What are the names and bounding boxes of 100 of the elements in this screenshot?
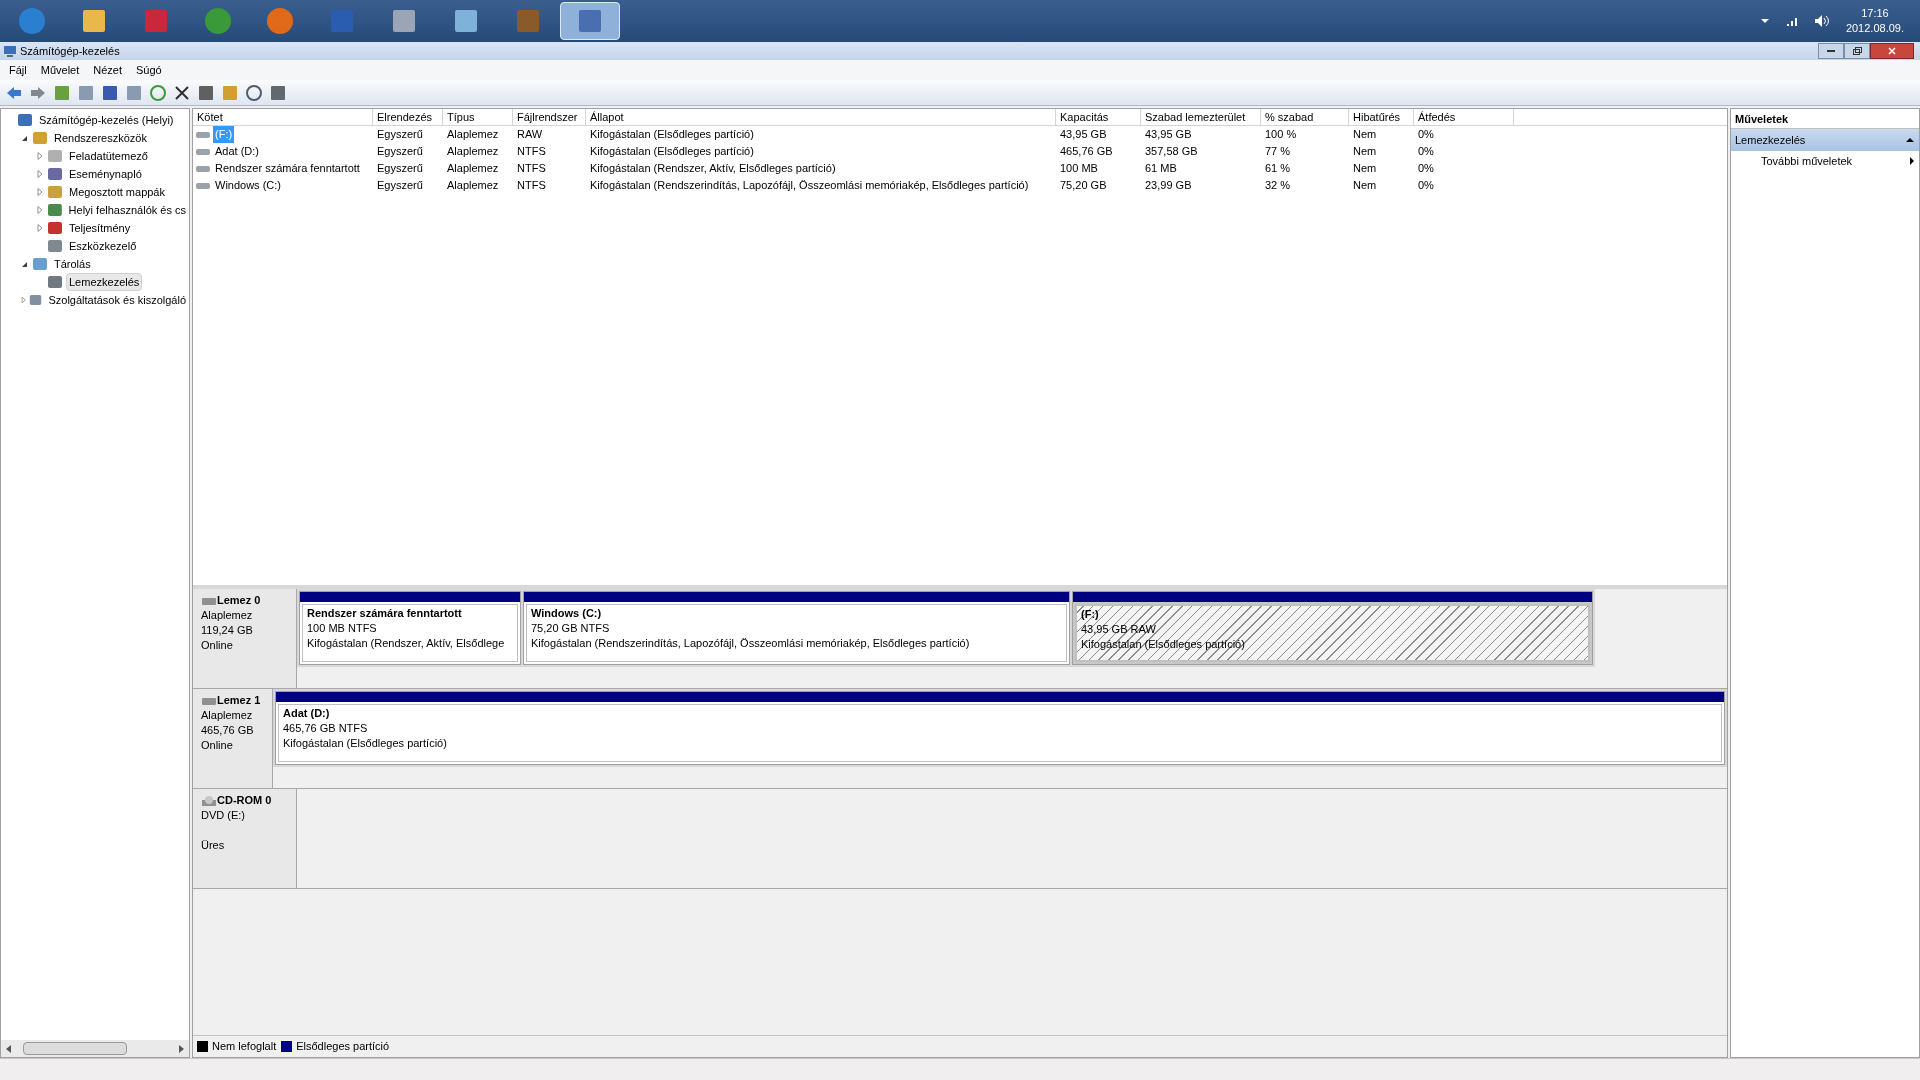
table-cell-text: 0%: [1417, 178, 1435, 194]
tree-item[interactable]: Eseménynapló: [66, 164, 145, 184]
optical-drive-icon: [201, 794, 217, 807]
disk-size: 119,24 GB: [201, 623, 254, 638]
disk-name: Lemez 0: [217, 593, 261, 608]
tree-node-icon: [47, 220, 63, 236]
clock-time[interactable]: 17:16: [1861, 6, 1889, 21]
menu-item[interactable]: Fájl: [2, 61, 34, 79]
table-cell-text: 43,95 GB: [1059, 127, 1108, 143]
table-cell-text: 0%: [1417, 161, 1435, 177]
table-cell-text: 61 %: [1264, 161, 1292, 177]
tree-item[interactable]: Eszközkezelő: [66, 236, 140, 256]
column-header[interactable]: Elrendezés: [373, 109, 443, 125]
table-cell-text: 43,95 GB: [1144, 127, 1193, 143]
column-header[interactable]: Szabad lemezterület: [1141, 109, 1261, 125]
menu-item[interactable]: Súgó: [129, 61, 169, 79]
tree-node-icon: [17, 112, 33, 128]
minimize-button[interactable]: [1818, 43, 1844, 59]
table-cell-text: 32 %: [1264, 178, 1292, 194]
close-button[interactable]: [1870, 43, 1914, 59]
column-header[interactable]: Állapot: [586, 109, 1056, 125]
partition-block[interactable]: Rendszer számára fenntartott 100 MB NTFS Kifogástalan (Rendszer, Aktív, Elsődlege: [299, 591, 521, 665]
delete-icon[interactable]: [173, 83, 191, 102]
collapse-arrow-icon[interactable]: [1905, 136, 1915, 144]
column-header[interactable]: Fájlrendszer: [513, 109, 586, 125]
minimize-icon: [1827, 49, 1835, 53]
disk-name: CD-ROM 0: [217, 793, 272, 808]
tree-item[interactable]: Számítógép-kezelés (Helyi): [36, 110, 177, 130]
disk-type: Alaplemez: [201, 608, 254, 623]
actions-section-header[interactable]: Lemezkezelés: [1731, 129, 1919, 151]
table-cell-text: Kifogástalan (Rendszerindítás, Lapozófájl, Összeomlási memóriakép, Elsődleges partíció): [589, 178, 1030, 194]
scroll-thumb[interactable]: [23, 1042, 127, 1055]
tree-item[interactable]: Lemezkezelés: [66, 272, 143, 292]
table-cell-text: Alaplemez: [446, 127, 500, 143]
tree-item[interactable]: Feladatütemező: [66, 146, 151, 166]
table-cell-text: NTFS: [516, 178, 547, 194]
table-cell-text: 357,58 GB: [1144, 144, 1199, 160]
tree-item[interactable]: Tárolás: [51, 254, 94, 274]
column-header[interactable]: Kapacitás: [1056, 109, 1141, 125]
signal-icon[interactable]: [1785, 15, 1800, 27]
column-header[interactable]: Kötet: [193, 109, 373, 125]
tree-item[interactable]: Helyi felhasználók és cs: [65, 200, 189, 220]
tree-item[interactable]: Szolgáltatások és kiszolgáló: [45, 290, 189, 310]
tree-item[interactable]: Rendszereszközök: [51, 128, 150, 148]
disk-type: Alaplemez: [201, 708, 254, 723]
table-cell-text: Alaplemez: [446, 178, 500, 194]
tree-node-icon: [29, 292, 43, 308]
tree-node-icon: [47, 184, 63, 200]
table-cell[interactable]: Adat (D:): [213, 143, 261, 160]
table-cell-text: Kifogástalan (Elsődleges partíció): [589, 127, 755, 143]
table-cell-text: Alaplemez: [446, 144, 500, 160]
drive-icon: [195, 146, 211, 157]
table-cell-text: 75,20 GB: [1059, 178, 1108, 194]
tree-node-icon: [32, 256, 48, 272]
table-cell-text: NTFS: [516, 161, 547, 177]
table-cell-text: Nem: [1352, 161, 1378, 177]
tree-item[interactable]: Teljesítmény: [66, 218, 134, 238]
drive-icon: [195, 180, 211, 191]
column-header[interactable]: Átfedés: [1414, 109, 1514, 125]
restore-button[interactable]: [1844, 43, 1870, 59]
speaker-icon[interactable]: [1813, 14, 1830, 28]
column-header[interactable]: Típus: [443, 109, 513, 125]
table-cell-text: 77 %: [1264, 144, 1292, 160]
partition-title: Rendszer számára fenntartott: [307, 606, 463, 621]
section-label: Lemezkezelés: [1735, 132, 1807, 148]
menu-item[interactable]: Nézet: [86, 61, 129, 79]
legend-label: Elsődleges partíció: [296, 1039, 390, 1055]
column-header[interactable]: % szabad: [1261, 109, 1349, 125]
table-cell-text: RAW: [516, 127, 544, 143]
table-cell-text: Nem: [1352, 127, 1378, 143]
taskbar-button[interactable]: [560, 2, 620, 40]
clock-date[interactable]: 2012.08.09.: [1845, 21, 1904, 36]
disk-status: Online: [201, 638, 234, 653]
table-cell-text: Alaplemez: [446, 161, 500, 177]
partition-block[interactable]: (F:) 43,95 GB RAW Kifogástalan (Elsődleges partíció): [1072, 591, 1593, 665]
tree-item[interactable]: Megosztott mappák: [66, 182, 168, 202]
table-cell-text: 23,99 GB: [1144, 178, 1193, 194]
tree-node-icon: [47, 238, 63, 254]
partition-status: Kifogástalan (Rendszer, Aktív, Elsődlege: [307, 636, 506, 651]
table-cell[interactable]: Rendszer számára fenntartott: [213, 160, 362, 177]
refresh-icon[interactable]: [149, 83, 167, 102]
table-cell-text: NTFS: [516, 144, 547, 160]
column-header[interactable]: Hibatűrés: [1349, 109, 1414, 125]
disk-type: DVD (E:): [201, 808, 246, 823]
action-link[interactable]: További műveletek: [1761, 152, 1909, 170]
caret-icon[interactable]: [1759, 17, 1770, 25]
tree-node-icon: [47, 274, 63, 290]
tree-node-icon: [32, 130, 48, 146]
table-cell-text: Egyszerű: [376, 178, 424, 194]
partition-status: Kifogástalan (Elsődleges partíció): [1081, 637, 1246, 652]
horizontal-scrollbar[interactable]: [1, 1040, 189, 1057]
table-cell-text: 0%: [1417, 127, 1435, 143]
partition-size: 465,76 GB NTFS: [283, 721, 369, 736]
disk-status: Online: [201, 738, 234, 753]
partition-block[interactable]: Adat (D:) 465,76 GB NTFS Kifogástalan (Elsődleges partíció): [275, 691, 1725, 765]
partition-block[interactable]: Windows (C:) 75,20 GB NTFS Kifogástalan (Rendszerindítás, Lapozófájl, Összeomlási memóriakép, Elsődleges partíció): [523, 591, 1070, 665]
partition-title: Windows (C:): [531, 606, 603, 621]
menu-item[interactable]: Művelet: [33, 61, 87, 79]
table-cell[interactable]: Windows (C:): [213, 177, 283, 194]
close-icon: [1888, 47, 1896, 55]
